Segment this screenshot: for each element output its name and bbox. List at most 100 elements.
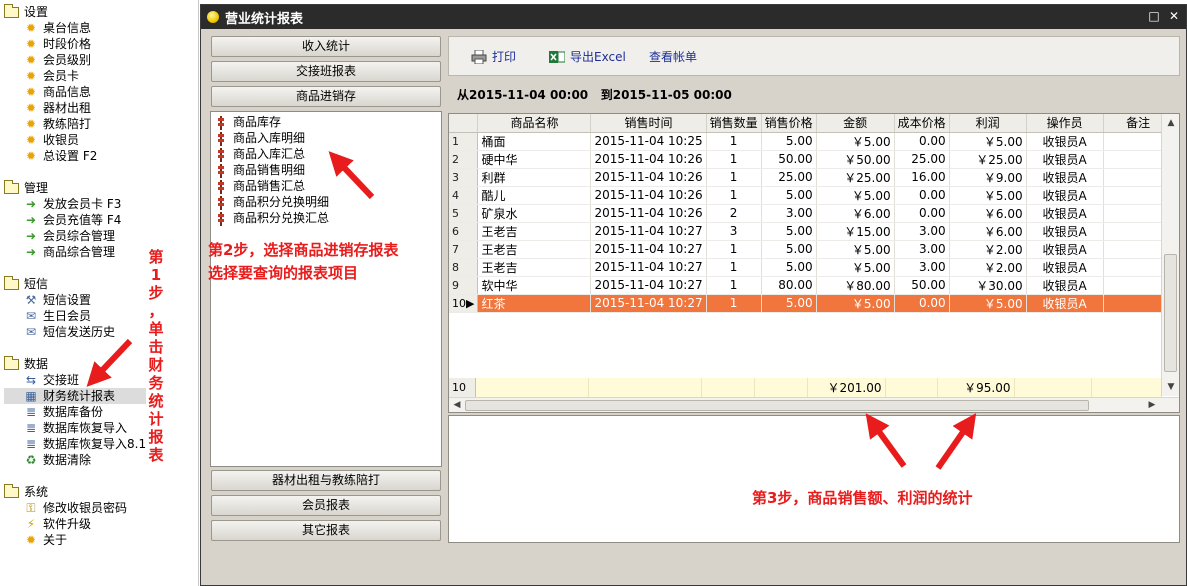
- maximize-icon[interactable]: □: [1147, 9, 1161, 23]
- tree-item[interactable]: ✹ 器材出租: [4, 100, 97, 116]
- table-cell: ￥50.00: [816, 150, 895, 169]
- column-header[interactable]: 操作员: [1026, 114, 1104, 133]
- row-number: 6: [449, 222, 479, 241]
- column-header[interactable]: 金额: [816, 114, 895, 133]
- table-cell: 2015-11-04 10:26: [590, 150, 707, 169]
- tree-item[interactable]: ✹ 时段价格: [4, 36, 97, 52]
- tree-item-label: 数据库恢复导入: [43, 421, 128, 435]
- table-row[interactable]: 1 桶面 2015-11-04 10:25 1 5.00 ￥5.00 0.00 ￥5.00 收银…: [449, 132, 1174, 151]
- scroll-up-icon[interactable]: ▲: [1164, 116, 1178, 130]
- column-header[interactable]: 销售价格: [761, 114, 817, 133]
- table-row[interactable]: 8 王老吉 2015-11-04 10:27 1 5.00 ￥5.00 3.00 ￥2.00 收…: [449, 258, 1174, 277]
- tree-item[interactable]: ♻ 数据清除: [4, 452, 146, 468]
- tree-group-header[interactable]: 短信: [4, 275, 115, 292]
- lightning-icon: ⚡: [26, 517, 36, 531]
- table-row[interactable]: 3 利群 2015-11-04 10:26 1 25.00 ￥25.00 16.00 ￥9.0…: [449, 168, 1174, 187]
- report-item[interactable]: 商品积分兑换汇总: [217, 211, 329, 226]
- tree-item[interactable]: ✹ 关于: [4, 532, 127, 548]
- tree-item[interactable]: ✹ 会员级别: [4, 52, 97, 68]
- report-item-list: 商品库存 商品入库明细 商品入库汇总商品销售明细 商品销售汇总 商品积分兑换明细 商品积分…: [210, 111, 442, 467]
- table-cell: 2015-11-04 10:27: [590, 240, 707, 259]
- tree-item[interactable]: ➜ 会员综合管理: [4, 228, 121, 244]
- report-item[interactable]: 商品积分兑换明细: [217, 195, 329, 210]
- table-row[interactable]: 6 王老吉 2015-11-04 10:27 3 5.00 ￥15.00 3.00 ￥6.00…: [449, 222, 1174, 241]
- member-report-button[interactable]: 会员报表: [211, 495, 441, 516]
- table-row[interactable]: 10▶ 红茶 2015-11-04 10:27 1 5.00 ￥5.00 0.00 ￥5.00…: [449, 294, 1174, 313]
- table-icon: ▦: [25, 389, 37, 403]
- shift-report-button[interactable]: 交接班报表: [211, 61, 441, 82]
- tree-item[interactable]: ⚿ 修改收银员密码: [4, 500, 127, 516]
- folder-icon: [4, 179, 19, 194]
- row-number: 5: [449, 204, 479, 223]
- report-item[interactable]: 商品销售汇总: [217, 179, 305, 194]
- tree-group-header[interactable]: 数据: [4, 355, 146, 372]
- table-cell: 王老吉: [477, 258, 592, 277]
- table-cell: 50.00: [894, 276, 950, 295]
- tree-item[interactable]: ✹ 收银员: [4, 132, 97, 148]
- table-cell: ￥2.00: [949, 258, 1027, 277]
- tree-item[interactable]: ≣ 数据库恢复导入8.1: [4, 436, 146, 452]
- scroll-right-icon[interactable]: ▶: [1145, 398, 1159, 412]
- tree-item[interactable]: ≣ 数据库备份: [4, 404, 146, 420]
- column-header[interactable]: 商品名称: [477, 114, 592, 133]
- report-item[interactable]: 商品入库明细: [217, 131, 305, 146]
- table-cell: 0.00: [894, 204, 950, 223]
- goods-inventory-button[interactable]: 商品进销存: [211, 86, 441, 107]
- tree-group-header[interactable]: 设置: [4, 3, 97, 20]
- tree-group: 设置 ✹ 桌台信息 ✹ 时段价格 ✹ 会员级别 ✹ 会员卡 ✹ 商品信息 ✹ 器材出租 ✹ 教练陪打 ✹ 收银员…: [4, 3, 97, 164]
- scroll-down-icon[interactable]: ▼: [1164, 380, 1178, 394]
- tree-item[interactable]: ✹ 桌台信息: [4, 20, 97, 36]
- other-report-button[interactable]: 其它报表: [211, 520, 441, 541]
- horizontal-scroll-thumb[interactable]: [465, 400, 1089, 411]
- view-bill-button[interactable]: 查看帐单: [649, 49, 697, 65]
- column-header[interactable]: 利润: [949, 114, 1027, 133]
- table-cell: 收银员A: [1026, 168, 1104, 187]
- tree-group-header[interactable]: 管理: [4, 179, 121, 196]
- close-icon[interactable]: ✕: [1167, 9, 1181, 23]
- report-tree-icon: [217, 115, 225, 130]
- tree-item[interactable]: ▦ 财务统计报表: [4, 388, 147, 404]
- export-excel-button[interactable]: 导出Excel: [549, 49, 626, 65]
- column-header[interactable]: [449, 114, 479, 133]
- tree-item[interactable]: ✉ 生日会员: [4, 308, 115, 324]
- horizontal-scrollbar[interactable]: ◀ ▶: [449, 397, 1179, 412]
- table-row[interactable]: 7 王老吉 2015-11-04 10:27 1 5.00 ￥5.00 3.00 ￥2.00 收…: [449, 240, 1174, 259]
- table-row[interactable]: 4 酷儿 2015-11-04 10:26 1 5.00 ￥5.00 0.00 ￥5.00 收银…: [449, 186, 1174, 205]
- tree-item[interactable]: ≣ 数据库恢复导入: [4, 420, 146, 436]
- step1-annotation: 第 1 步，单击财务统计报表: [148, 248, 164, 464]
- tree-item[interactable]: ⚒ 短信设置: [4, 292, 115, 308]
- report-window: 营业统计报表 □ ✕ 收入统计 交接班报表 商品进销存 商品库存 商品入库明细 商品…: [200, 4, 1187, 586]
- vertical-scrollbar[interactable]: ▲ ▼: [1161, 114, 1179, 396]
- report-item-label: 商品入库汇总: [233, 147, 306, 161]
- column-header[interactable]: 成本价格: [894, 114, 950, 133]
- table-cell: 2015-11-04 10:27: [590, 258, 707, 277]
- tree-item[interactable]: ✹ 总设置 F2: [4, 148, 97, 164]
- scroll-left-icon[interactable]: ◀: [450, 398, 464, 412]
- table-row[interactable]: 2 硬中华 2015-11-04 10:26 1 50.00 ￥50.00 25.00 ￥25…: [449, 150, 1174, 169]
- report-item[interactable]: 商品库存: [217, 115, 281, 130]
- column-header[interactable]: 销售时间: [590, 114, 707, 133]
- tree-item[interactable]: ✹ 会员卡: [4, 68, 97, 84]
- vertical-scroll-thumb[interactable]: [1164, 254, 1177, 372]
- tree-item[interactable]: ✹ 商品信息: [4, 84, 97, 100]
- table-row[interactable]: 9 软中华 2015-11-04 10:27 1 80.00 ￥80.00 50.00 ￥30…: [449, 276, 1174, 295]
- table-cell: 收银员A: [1026, 186, 1104, 205]
- step2-annotation-line2: 选择要查询的报表项目: [208, 264, 359, 282]
- tree-item[interactable]: ⇆ 交接班: [4, 372, 146, 388]
- tree-item[interactable]: ➜ 会员充值等 F4: [4, 212, 121, 228]
- tree-item[interactable]: ➜ 商品综合管理: [4, 244, 121, 260]
- table-cell: 0.00: [894, 132, 950, 151]
- tree-item[interactable]: ✉ 短信发送历史: [4, 324, 115, 340]
- column-header[interactable]: 销售数量: [706, 114, 762, 133]
- income-stats-button[interactable]: 收入统计: [211, 36, 441, 57]
- print-button[interactable]: 打印: [471, 49, 516, 65]
- table-cell: 3.00: [761, 204, 817, 223]
- tree-item[interactable]: ✹ 教练陪打: [4, 116, 97, 132]
- tree-item[interactable]: ⚡ 软件升级: [4, 516, 127, 532]
- tree-group-header[interactable]: 系统: [4, 483, 127, 500]
- table-row[interactable]: 5 矿泉水 2015-11-04 10:26 2 3.00 ￥6.00 0.00 ￥6.00 收…: [449, 204, 1174, 223]
- report-item[interactable]: 商品销售明细: [217, 163, 305, 178]
- equipment-coach-button[interactable]: 器材出租与教练陪打: [211, 470, 441, 491]
- tree-item[interactable]: ➜ 发放会员卡 F3: [4, 196, 121, 212]
- report-item[interactable]: 商品入库汇总: [217, 147, 305, 162]
